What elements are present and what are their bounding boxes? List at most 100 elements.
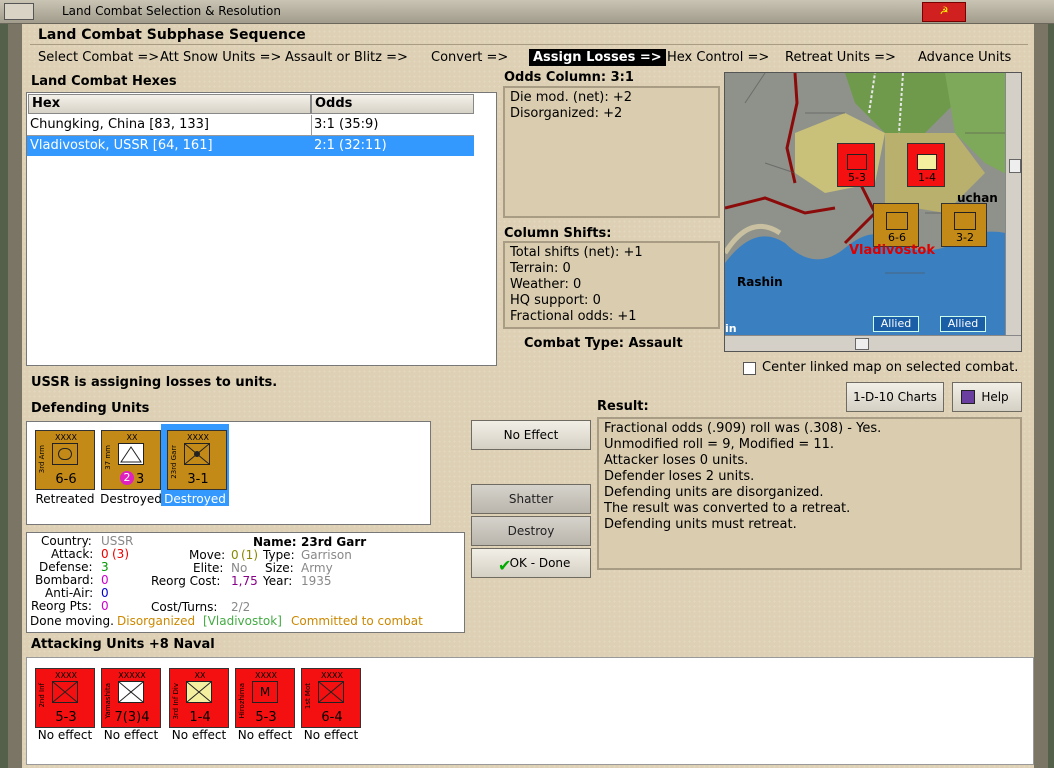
- phase-select-combat: Select Combat =>: [38, 50, 160, 65]
- scroll-thumb[interactable]: [855, 338, 869, 350]
- unit-badge: 2: [120, 471, 134, 485]
- fortress-icon: [886, 212, 908, 230]
- shift-line: Weather: 0: [510, 277, 582, 292]
- sequence-title: Land Combat Subphase Sequence: [38, 27, 306, 43]
- unit-status: No effect: [37, 728, 93, 742]
- scroll-thumb[interactable]: [1009, 159, 1021, 173]
- phase-retreat: Retreat Units =>: [785, 50, 896, 65]
- unit-size: XX: [126, 433, 138, 442]
- unit-size: XXXX: [55, 671, 77, 680]
- shifts-panel: Total shifts (net): +1 Terrain: 0 Weathe…: [503, 241, 720, 329]
- charts-button[interactable]: 1-D-10 Charts: [846, 382, 944, 412]
- phase-assault-blitz: Assault or Blitz =>: [285, 50, 408, 65]
- map-counter[interactable]: 3-2: [941, 203, 987, 247]
- destroy-button[interactable]: Destroy: [471, 516, 591, 546]
- unit-name: 1st Mot: [304, 683, 312, 710]
- unit-info-panel: Country: USSR Attack: 0 (3) Defense: 3 B…: [26, 532, 465, 633]
- help-button-label: Help: [981, 390, 1009, 404]
- costturns-value: 2/2: [231, 600, 251, 614]
- reorgcost-value: 1,75: [231, 574, 258, 588]
- shift-line: Total shifts (net): +1: [510, 245, 643, 260]
- map-vscrollbar[interactable]: [1005, 73, 1021, 335]
- result-line: Defending units are disorganized.: [604, 485, 824, 500]
- unit-status: No effect: [171, 728, 227, 742]
- column-header-odds[interactable]: Odds: [311, 94, 474, 114]
- map-counter-strength: 3-2: [956, 231, 974, 244]
- infantry-icon: [52, 681, 78, 703]
- map-counter[interactable]: 1-4: [907, 143, 945, 187]
- attacking-units-panel: XXXX 2nd Inf 5-3 No effect XXXXX Yamashi…: [26, 657, 1034, 765]
- phase-assign-losses: Assign Losses =>: [529, 49, 666, 66]
- attacking-unit-counter[interactable]: XXXX 2nd Inf 5-3: [35, 668, 95, 728]
- location-text: [Vladivostok]: [203, 614, 282, 628]
- ok-done-button[interactable]: ✔ OK - Done: [471, 548, 591, 578]
- result-line: The result was converted to a retreat.: [604, 501, 851, 516]
- row-hex: Chungking, China [83, 133]: [30, 117, 209, 132]
- hexes-title: Land Combat Hexes: [31, 74, 177, 89]
- linked-map[interactable]: 5-3 1-4 6-6 3-2 Vladivostok Rashin uchan…: [724, 72, 1022, 352]
- table-row[interactable]: Chungking, China [83, 133] 3:1 (35:9): [27, 115, 474, 135]
- infantry-icon: [917, 154, 937, 170]
- help-button[interactable]: Help: [952, 382, 1022, 412]
- attacking-title: Attacking Units +8 Naval: [31, 637, 215, 652]
- map-counter[interactable]: 5-3: [837, 143, 875, 187]
- shifts-title: Column Shifts:: [504, 226, 612, 241]
- center-map-checkbox[interactable]: [743, 362, 756, 375]
- unit-size: XX: [194, 671, 206, 680]
- unit-status: Destroyed: [164, 492, 226, 506]
- reorgpts-label: Reorg Pts:: [31, 599, 92, 613]
- odds-title: Odds Column: 3:1: [504, 70, 634, 85]
- map-counter[interactable]: 6-6: [873, 203, 919, 247]
- attacking-unit-counter[interactable]: XXXX 1st Mot 6-4: [301, 668, 361, 728]
- garrison-symbol-icon: [184, 443, 210, 465]
- unit-name: 3rd Arm: [38, 445, 46, 474]
- cross-icon: [186, 681, 212, 703]
- checkmark-icon: ✔: [498, 556, 512, 575]
- attacking-unit-counter[interactable]: XX 3rd Inf Div 1-4: [169, 668, 229, 728]
- garrison-icon: [954, 212, 976, 230]
- phase-convert: Convert =>: [431, 50, 509, 65]
- hexes-table: Hex Odds Chungking, China [83, 133] 3:1 …: [26, 92, 497, 366]
- attacking-unit-counter[interactable]: XXXXX Yamashita 7(3)4: [101, 668, 161, 728]
- garrison-icon: [184, 443, 210, 465]
- infantry-icon: [847, 154, 867, 170]
- costturns-label: Cost/Turns:: [151, 600, 218, 614]
- unit-strength: 6-6: [55, 472, 77, 487]
- unit-strength: 5-3: [55, 710, 77, 725]
- map-hscrollbar[interactable]: [725, 335, 1021, 351]
- map-allied-label: Allied: [873, 316, 919, 332]
- unit-size: XXXXX: [118, 671, 146, 680]
- unit-status: Retreated: [35, 492, 95, 506]
- result-line: Unmodified roll = 9, Modified = 11.: [604, 437, 835, 452]
- result-line: Defending units must retreat.: [604, 517, 797, 532]
- motorized-icon: [318, 681, 344, 703]
- shatter-button[interactable]: Shatter: [471, 484, 591, 514]
- unit-strength: 7(3)4: [114, 710, 150, 725]
- ok-done-label: OK - Done: [509, 556, 571, 570]
- map-place-label: in: [725, 322, 737, 335]
- table-row-selected[interactable]: Vladivostok, USSR [64, 161] 2:1 (32:11): [27, 136, 474, 156]
- phase-advance: Advance Units: [918, 50, 1012, 65]
- defending-unit-counter[interactable]: XXXX 3rd Arm 6-6: [35, 430, 95, 490]
- shift-line: HQ support: 0: [510, 293, 601, 308]
- column-header-hex[interactable]: Hex: [28, 94, 311, 114]
- triangle-icon: [120, 446, 142, 463]
- unit-strength: 3: [136, 472, 145, 487]
- no-effect-button[interactable]: No Effect: [471, 420, 591, 450]
- close-icon[interactable]: ☭: [922, 2, 966, 22]
- window-menu-icon[interactable]: [4, 3, 34, 20]
- title-bar: Land Combat Selection & Resolution ☭: [0, 0, 1054, 24]
- map-counter-strength: 5-3: [848, 171, 866, 184]
- map-counter-strength: 1-4: [918, 171, 936, 184]
- defending-unit-counter[interactable]: XX 37 mm 2 3: [101, 430, 161, 490]
- phase-hex-control: Hex Control =>: [667, 50, 770, 65]
- unit-name: 2nd Inf: [38, 683, 46, 708]
- year-label: Year:: [263, 574, 293, 588]
- result-line: Defender loses 2 units.: [604, 469, 755, 484]
- row-hex: Vladivostok, USSR [64, 161]: [30, 138, 213, 153]
- shift-line: Fractional odds: +1: [510, 309, 637, 324]
- row-odds: 2:1 (32:11): [314, 138, 387, 153]
- infantry-icon: [186, 681, 212, 703]
- defending-unit-counter[interactable]: XXXX 23rd Garr 3-1: [167, 430, 227, 490]
- attacking-unit-counter[interactable]: XXXX Hirozhima M 5-3: [235, 668, 295, 728]
